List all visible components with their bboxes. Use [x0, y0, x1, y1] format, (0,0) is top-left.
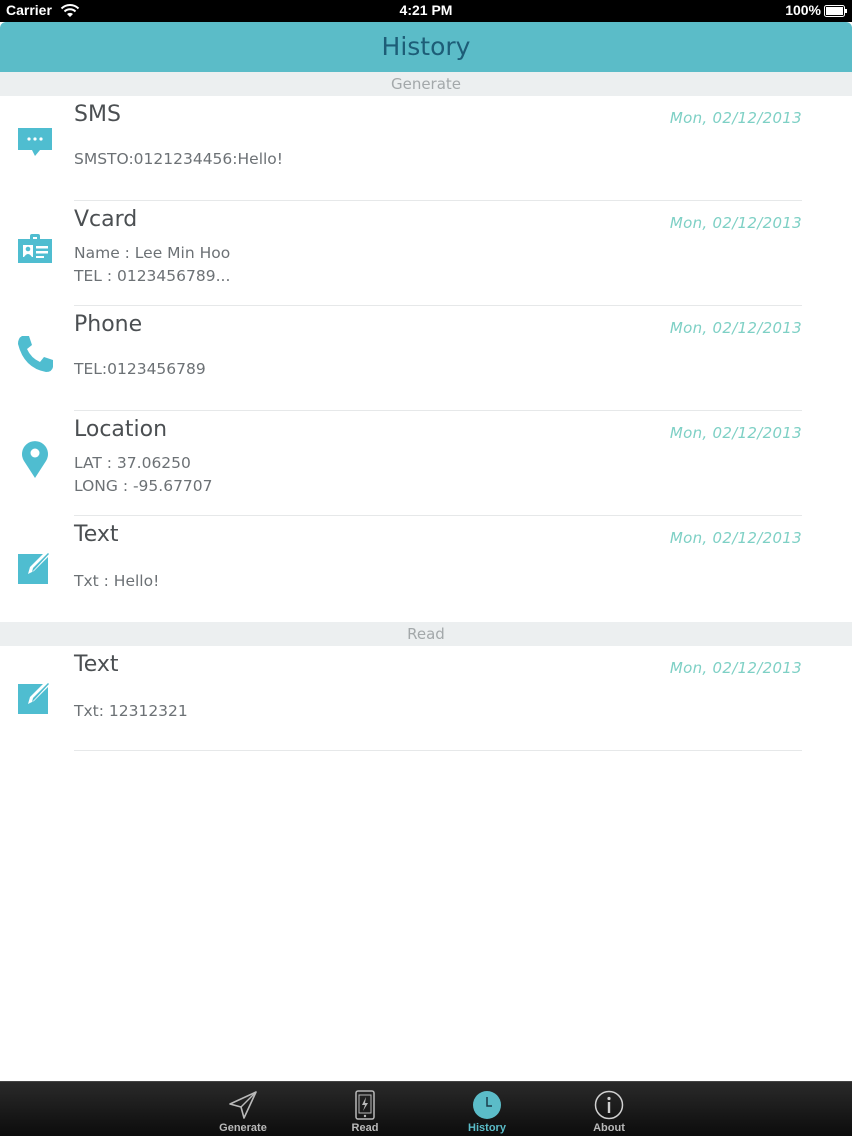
tab-label: About	[593, 1122, 625, 1134]
row-date: Mon, 02/12/2013	[669, 659, 802, 677]
tab-generate[interactable]: Generate	[198, 1082, 288, 1136]
row-title: Location	[74, 417, 168, 442]
vcard-icon	[18, 234, 52, 263]
history-row-sms[interactable]: SMS Mon, 02/12/2013 SMSTO:0121234456:Hel…	[0, 96, 852, 201]
history-row-vcard[interactable]: Vcard Mon, 02/12/2013 Name : Lee Min Hoo…	[0, 201, 852, 306]
history-row-text-read[interactable]: Text Mon, 02/12/2013 Txt: 12312321	[0, 646, 852, 751]
tab-label: Read	[351, 1122, 379, 1134]
row-detail-line2: TEL : 0123456789...	[74, 267, 231, 285]
tab-label: History	[468, 1122, 506, 1134]
tab-label: Generate	[219, 1122, 267, 1134]
phone-icon	[18, 336, 53, 372]
row-date: Mon, 02/12/2013	[669, 319, 802, 337]
history-row-text[interactable]: Text Mon, 02/12/2013 Txt : Hello!	[0, 516, 852, 621]
row-date: Mon, 02/12/2013	[669, 529, 802, 547]
battery-icon	[824, 5, 847, 17]
tab-read[interactable]: Read	[320, 1082, 410, 1136]
sms-icon	[18, 128, 52, 156]
row-detail: TEL:0123456789	[74, 360, 206, 378]
edit-text-icon	[18, 550, 51, 584]
row-detail-line1: LAT : 37.06250	[74, 454, 191, 472]
location-pin-icon	[22, 441, 48, 478]
row-date: Mon, 02/12/2013	[669, 424, 802, 442]
row-date: Mon, 02/12/2013	[669, 109, 802, 127]
row-detail: Txt: 12312321	[74, 702, 188, 720]
info-icon	[594, 1090, 624, 1120]
phone-scan-icon	[355, 1090, 375, 1120]
row-date: Mon, 02/12/2013	[669, 214, 802, 232]
tab-history[interactable]: History	[442, 1082, 532, 1136]
row-title: Vcard	[74, 207, 138, 232]
history-row-location[interactable]: Location Mon, 02/12/2013 LAT : 37.06250 …	[0, 411, 852, 516]
history-row-phone[interactable]: Phone Mon, 02/12/2013 TEL:0123456789	[0, 306, 852, 411]
section-header-generate: Generate	[0, 72, 852, 96]
edit-text-icon	[18, 680, 51, 714]
tab-bar: Generate Read History About	[0, 1081, 852, 1136]
tab-about[interactable]: About	[564, 1082, 654, 1136]
row-title: SMS	[74, 102, 121, 127]
row-detail: SMSTO:0121234456:Hello!	[74, 150, 284, 168]
section-header-read: Read	[0, 622, 852, 646]
clock-icon	[473, 1091, 501, 1119]
page-title: History	[381, 32, 471, 61]
status-bar: Carrier 4:21 PM 100%	[0, 0, 852, 22]
row-title: Text	[74, 652, 119, 677]
status-time: 4:21 PM	[399, 2, 453, 18]
row-detail: Txt : Hello!	[74, 572, 160, 590]
row-detail-line1: Name : Lee Min Hoo	[74, 244, 231, 262]
send-icon	[229, 1091, 257, 1119]
row-detail-line2: LONG : -95.67707	[74, 477, 213, 495]
row-title: Phone	[74, 312, 143, 337]
battery-percent: 100%	[785, 2, 821, 18]
nav-bar: History	[0, 22, 852, 72]
row-title: Text	[74, 522, 119, 547]
row-divider	[74, 750, 802, 751]
